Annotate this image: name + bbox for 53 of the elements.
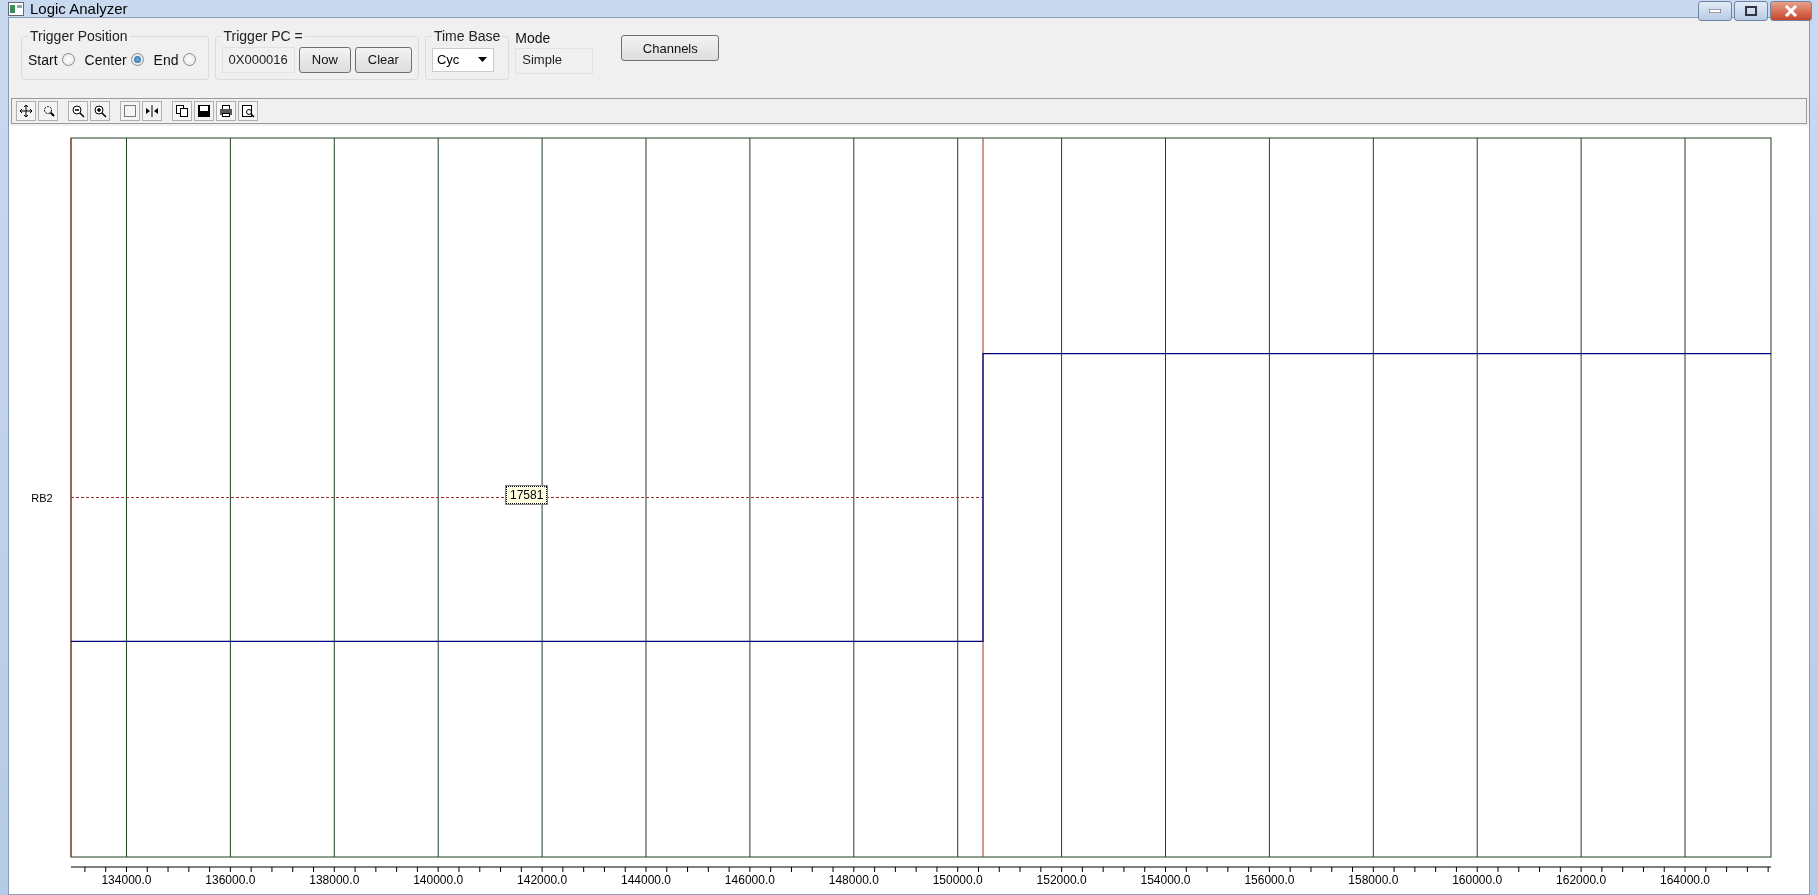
print-icon[interactable] [216,101,236,121]
axis-tick-label: 140000.0 [413,873,464,887]
trigger-pc-field[interactable]: 0X000016 [221,46,295,73]
mode-label: Mode [515,30,552,46]
axis-tick-label: 134000.0 [101,873,152,887]
close-icon [1784,5,1798,17]
axis-tick-label: 144000.0 [620,873,672,887]
cursor-split-icon[interactable] [142,101,162,121]
minimize-icon [1709,9,1721,13]
zoom-out-icon[interactable] [68,101,88,121]
window-title: Logic Analyzer [30,0,128,17]
axis-tick-label: 156000.0 [1244,873,1295,887]
axis-tick-label: 164000.0 [1660,873,1711,887]
axis-tick-label: 150000.0 [932,873,983,887]
axis-tick-label: 138000.0 [309,873,360,887]
axis-tick-label: 152000.0 [1036,873,1087,887]
axis-tick-label: 136000.0 [205,873,256,887]
group-label: Time Base [432,28,502,44]
axis-tick-label: 142000.0 [517,873,568,887]
radio-button[interactable] [61,53,75,66]
zoom-area-icon[interactable] [38,101,58,121]
channel-label: RB2 [31,491,53,504]
channels-button[interactable]: Channels [621,35,720,61]
minimize-button[interactable] [1698,1,1732,21]
maximize-button[interactable] [1734,1,1768,21]
axis-tick-label: 162000.0 [1556,873,1607,887]
axis-tick-label: 158000.0 [1348,873,1399,887]
save-icon[interactable] [194,101,214,121]
time-base-select[interactable]: Cyc [431,47,494,72]
radio-label: Center [84,51,127,68]
mode-field: Simple [515,48,594,74]
group-label: Trigger PC = [222,28,304,44]
copy-icon[interactable] [172,101,192,121]
axis-tick-label: 160000.0 [1452,873,1503,887]
radio-button[interactable] [130,53,144,66]
group-label: Trigger Position [29,28,129,44]
zoom-in-icon[interactable] [90,101,110,121]
select-rectangle-icon[interactable] [120,101,140,121]
axis-tick-label: 148000.0 [828,873,879,887]
axis-tick-label: 146000.0 [724,873,775,887]
restore-icon [1745,6,1757,16]
caret-icon [477,57,487,62]
radio-button[interactable] [182,53,196,66]
close-button[interactable] [1770,1,1812,21]
axis-tick-label: 154000.0 [1140,873,1191,887]
action-button[interactable]: Now [298,46,351,73]
radio-label: Start [28,51,58,68]
pan-icon[interactable] [16,101,36,121]
action-button[interactable]: Clear [354,46,412,73]
app-icon [8,1,24,16]
radio-label: End [153,51,179,68]
print-preview-icon[interactable] [238,101,258,121]
value-tooltip: 17581 [506,486,548,504]
